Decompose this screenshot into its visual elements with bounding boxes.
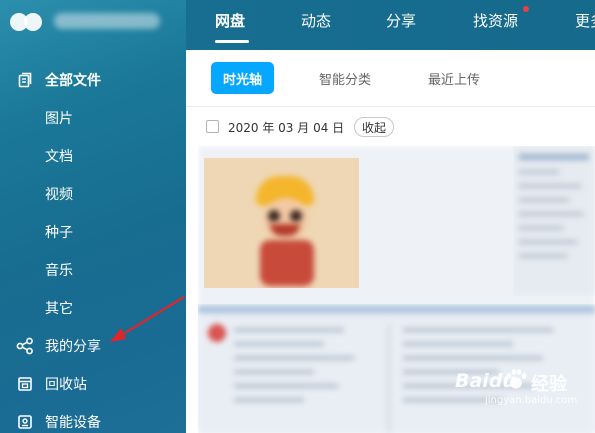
sidebar-item-label: 音乐 bbox=[45, 263, 73, 279]
tab-find-resources[interactable]: 找资源 bbox=[473, 10, 518, 31]
sidebar-item-label: 回收站 bbox=[45, 377, 87, 393]
tab-share[interactable]: 分享 bbox=[386, 10, 416, 31]
subtab-recent-uploads[interactable]: 最近上传 bbox=[419, 62, 489, 94]
sidebar-item-images[interactable]: 图片 bbox=[0, 99, 186, 137]
notification-dot bbox=[523, 6, 529, 12]
sidebar-item-my-shares[interactable]: 我的分享 bbox=[0, 327, 186, 365]
subtab-smart-categories[interactable]: 智能分类 bbox=[310, 62, 380, 94]
share-icon bbox=[16, 337, 34, 355]
sidebar-item-label: 智能设备 bbox=[45, 415, 101, 431]
sidebar-item-smart-devices[interactable]: 智能设备 bbox=[0, 403, 186, 433]
subtab-timeline[interactable]: 时光轴 bbox=[211, 62, 274, 94]
sidebar-item-label: 视频 bbox=[45, 187, 73, 203]
sidebar-item-other[interactable]: 其它 bbox=[0, 289, 186, 327]
paw-icon bbox=[505, 368, 527, 392]
sidebar-item-recycle-bin[interactable]: 回收站 bbox=[0, 365, 186, 403]
sidebar-item-all-files[interactable]: 全部文件 bbox=[0, 61, 186, 99]
sidebar-item-label: 种子 bbox=[45, 225, 73, 241]
sidebar-item-music[interactable]: 音乐 bbox=[0, 251, 186, 289]
blurred-username bbox=[54, 13, 160, 29]
watermark-cn: 经验 bbox=[531, 374, 567, 395]
sidebar-item-videos[interactable]: 视频 bbox=[0, 175, 186, 213]
all-files-icon bbox=[16, 71, 34, 89]
select-all-checkbox[interactable] bbox=[206, 120, 219, 133]
sidebar-item-torrents[interactable]: 种子 bbox=[0, 213, 186, 251]
device-icon bbox=[16, 413, 34, 431]
sidebar-item-label: 全部文件 bbox=[45, 73, 101, 89]
thumbnail-image[interactable] bbox=[204, 158, 359, 288]
active-tab-underline bbox=[215, 40, 249, 43]
sidebar-item-label: 图片 bbox=[45, 111, 73, 127]
sidebar-item-label: 我的分享 bbox=[45, 339, 101, 355]
tab-netdisk[interactable]: 网盘 bbox=[215, 10, 245, 31]
sidebar-item-label: 其它 bbox=[45, 301, 73, 317]
divider bbox=[186, 106, 595, 107]
top-navigation: 网盘 动态 分享 找资源 更多 bbox=[186, 0, 595, 50]
brand[interactable] bbox=[10, 6, 160, 36]
collapse-button[interactable]: 收起 bbox=[354, 117, 395, 137]
tab-more[interactable]: 更多 bbox=[575, 10, 595, 31]
tab-activity[interactable]: 动态 bbox=[301, 10, 331, 31]
watermark-url: jingyan.baidu.com bbox=[485, 395, 578, 406]
thumbnail-screenshot[interactable] bbox=[513, 146, 595, 296]
sidebar-item-label: 文档 bbox=[45, 149, 73, 165]
sidebar-item-documents[interactable]: 文档 bbox=[0, 137, 186, 175]
sidebar: 全部文件 图片 文档 视频 种子 音乐 其它 我的分享 回收站 智能设备 bbox=[0, 0, 186, 433]
trash-icon bbox=[16, 375, 34, 393]
baidu-jingyan-watermark: Baidu 经验 jingyan.baidu.com bbox=[455, 368, 595, 414]
date-group-label: 2020 年 03 月 04 日 bbox=[228, 121, 345, 135]
baidu-netdisk-logo-icon bbox=[10, 9, 44, 35]
date-group-header: 2020 年 03 月 04 日 收起 bbox=[186, 114, 595, 140]
